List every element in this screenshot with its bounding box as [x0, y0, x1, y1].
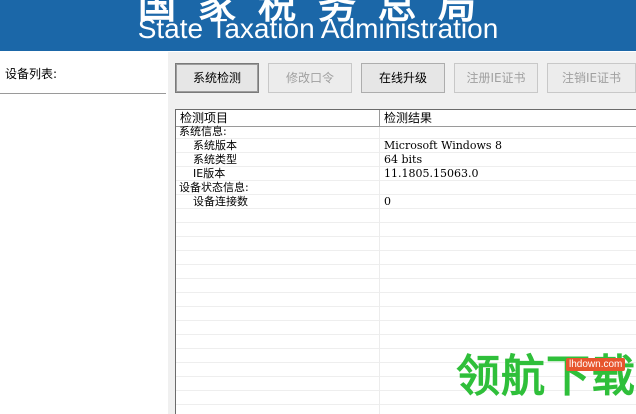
empty-row [176, 253, 636, 265]
table-row[interactable]: 系统类型 64 bits [176, 153, 636, 167]
row-value: 11.1805.15063.0 [384, 167, 479, 180]
empty-row [176, 309, 636, 321]
empty-row [176, 295, 636, 307]
header-banner: 国家税务总局 State Taxation Administration [0, 0, 636, 51]
empty-row [176, 239, 636, 251]
watermark-url: lhdown.com [566, 358, 626, 371]
device-list-panel: 设备列表: [0, 52, 168, 414]
empty-row [176, 211, 636, 223]
row-value: Microsoft Windows 8 [384, 139, 503, 152]
toolbar: 系统检测 修改口令 在线升级 注册IE证书 注销IE证书 [168, 52, 636, 100]
row-item: 设备连接数 [193, 195, 248, 208]
banner-title-en: State Taxation Administration [137, 13, 499, 44]
table-row[interactable]: 系统信息: [176, 125, 636, 139]
row-value: 0 [384, 195, 391, 208]
row-item: 系统信息: [179, 125, 227, 138]
table-row[interactable]: 设备连接数 0 [176, 195, 636, 209]
system-check-button[interactable]: 系统检测 [175, 63, 259, 93]
column-header-item[interactable]: 检测项目 [176, 110, 380, 126]
empty-row [176, 281, 636, 293]
empty-row [176, 337, 636, 349]
table-row[interactable]: IE版本 11.1805.15063.0 [176, 167, 636, 181]
change-password-button[interactable]: 修改口令 [268, 63, 352, 93]
empty-row [176, 225, 636, 237]
row-item: 系统版本 [193, 139, 237, 152]
register-ie-cert-button[interactable]: 注册IE证书 [454, 63, 538, 93]
row-item: 系统类型 [193, 153, 237, 166]
device-list-label: 设备列表: [5, 67, 58, 81]
row-value: 64 bits [384, 153, 423, 166]
device-list[interactable] [0, 95, 166, 414]
unregister-ie-cert-button[interactable]: 注销IE证书 [547, 63, 636, 93]
empty-row [176, 323, 636, 335]
table-row[interactable]: 设备状态信息: [176, 181, 636, 195]
table-row[interactable]: 系统版本 Microsoft Windows 8 [176, 139, 636, 153]
row-item: 设备状态信息: [179, 181, 249, 194]
grid-header: 检测项目 检测结果 [176, 110, 636, 127]
column-header-result[interactable]: 检测结果 [380, 110, 636, 126]
online-upgrade-button[interactable]: 在线升级 [361, 63, 445, 93]
empty-row [176, 267, 636, 279]
column-divider [379, 127, 380, 414]
row-item: IE版本 [193, 167, 226, 180]
